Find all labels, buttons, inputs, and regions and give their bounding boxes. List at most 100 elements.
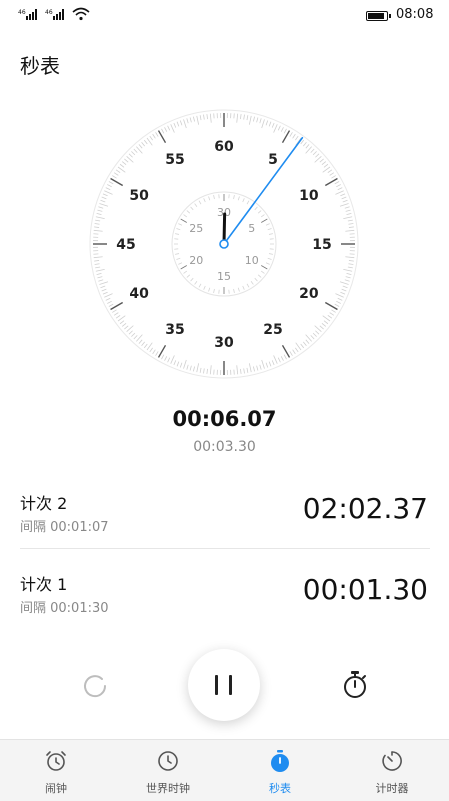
dial-tick: [207, 369, 208, 374]
dial-tick: [338, 298, 343, 300]
tab-stopwatch[interactable]: 秒表: [224, 740, 336, 801]
pause-icon: [188, 649, 260, 721]
inner-dial-tick: [261, 266, 267, 270]
lap-interval: 间隔 00:01:30: [20, 597, 109, 616]
dial-tick: [281, 356, 283, 360]
dial-tick: [190, 117, 191, 122]
dial-tick: [249, 363, 251, 372]
dial-tick: [96, 217, 105, 219]
dial-tick: [336, 301, 340, 303]
dial-tick: [328, 315, 332, 318]
current-lap-time: 00:03.30: [0, 439, 449, 455]
dial-tick: [345, 230, 354, 231]
dial-tick: [290, 132, 293, 136]
inner-dial-tick: [191, 278, 194, 281]
dial-tick: [139, 340, 142, 344]
dial-tick: [184, 119, 187, 128]
dial-tick: [97, 273, 102, 274]
stopwatch-lap-icon: [338, 668, 372, 702]
dial-second-label: 5: [268, 152, 278, 168]
dial-tick: [345, 257, 354, 258]
inner-dial-tick: [258, 275, 261, 278]
list-item: 计次 2 间隔 00:01:07 02:02.37: [20, 490, 430, 550]
dial-tick: [303, 342, 306, 346]
inner-dial-tick: [234, 289, 235, 293]
dial-tick: [240, 114, 241, 119]
dial-tick: [161, 129, 163, 133]
dial-tick: [262, 360, 265, 369]
dial-tick: [144, 344, 147, 348]
alarm-icon: [44, 749, 68, 773]
inner-dial-tick: [247, 201, 249, 204]
reset-icon: [80, 670, 110, 700]
dial-tick: [237, 365, 238, 374]
dial-tick: [249, 116, 251, 125]
dial-tick: [102, 289, 107, 291]
inner-dial-tick: [247, 284, 249, 287]
dial-tick: [348, 267, 353, 268]
dial-second-label: 20: [299, 286, 319, 302]
dial-tick: [107, 185, 111, 187]
dial-tick: [174, 123, 176, 128]
dial-minute-label: 25: [189, 222, 203, 235]
dial-tick: [257, 366, 258, 371]
dial-tick: [257, 117, 258, 122]
dial-tick: [253, 367, 254, 372]
dial-second-label: 55: [165, 152, 184, 168]
dial-tick: [120, 164, 124, 167]
dial-tick: [313, 151, 317, 155]
dial-tick: [340, 282, 349, 285]
inner-dial-tick: [175, 254, 179, 255]
world-clock-icon: [156, 749, 180, 773]
dial-tick: [171, 124, 175, 132]
reset-button[interactable]: [80, 670, 110, 700]
dial-tick: [103, 292, 108, 294]
dial-tick: [330, 173, 334, 176]
dial-tick: [94, 230, 103, 231]
inner-dial-tick: [175, 234, 179, 235]
dial-tick: [315, 154, 319, 157]
dial-tick: [343, 200, 348, 202]
dial-tick: [322, 162, 326, 165]
dial-tick: [180, 363, 182, 368]
dial-tick: [322, 323, 326, 326]
dial-tick: [95, 224, 100, 225]
tab-label: 闹钟: [0, 780, 112, 796]
svg-text:46: 46: [18, 9, 26, 16]
lap-button[interactable]: [338, 668, 372, 702]
timer-icon: [380, 749, 404, 773]
dial-tick: [331, 176, 335, 179]
dial-tick: [106, 298, 111, 300]
dial-minute-label: 20: [189, 254, 203, 267]
dial-tick: [200, 368, 201, 373]
dial-tick: [335, 304, 339, 306]
dial-tick: [134, 149, 137, 153]
dial-tick: [131, 333, 135, 337]
bottom-tab-bar: 闹钟 世界时钟 秒表 计时器: [0, 739, 449, 801]
dial-tick: [129, 331, 133, 334]
svg-text:46: 46: [45, 9, 53, 16]
pause-button[interactable]: [188, 649, 260, 721]
tab-timer[interactable]: 计时器: [336, 740, 448, 801]
tab-world-clock[interactable]: 世界时钟: [112, 740, 224, 801]
inner-dial-tick: [251, 281, 253, 284]
list-item: 计次 1 间隔 00:01:30 00:01.30: [20, 571, 430, 631]
inner-dial-tick: [261, 215, 264, 217]
dial-tick: [324, 164, 328, 167]
inner-dial-tick: [187, 275, 190, 278]
tab-label: 秒表: [224, 780, 336, 796]
dial-tick: [281, 127, 283, 131]
dial-tick: [102, 197, 107, 199]
dial-tick: [104, 294, 112, 298]
tab-alarm[interactable]: 闹钟: [0, 740, 112, 801]
dial-tick: [266, 121, 268, 126]
stopwatch-dial: 6051015202530354045505530510152025: [88, 108, 360, 380]
dial-tick: [114, 313, 118, 316]
inner-dial-tick: [269, 234, 273, 235]
lap-name: 计次 1: [20, 571, 67, 595]
dial-tick: [101, 286, 106, 288]
dial-tick: [109, 304, 113, 306]
signal-2-icon: 46: [45, 8, 69, 23]
dial-tick: [269, 362, 271, 367]
dial-tick: [283, 345, 290, 357]
